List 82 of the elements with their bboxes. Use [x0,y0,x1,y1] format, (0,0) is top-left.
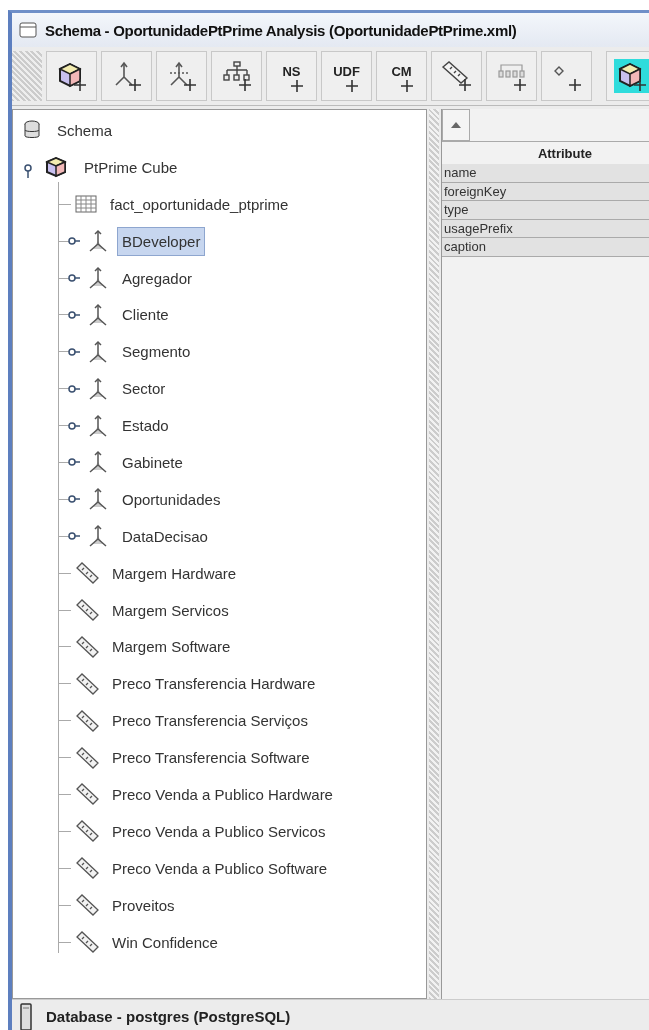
ruler-icon [75,672,99,695]
tree-item[interactable]: BDeveloper [117,226,206,256]
dimension-icon [87,413,109,438]
status-text: Database - postgres (PostgreSQL) [46,1008,291,1025]
window-title: Schema - OportunidadePtPrime Analysis (OportunidadePtPrime.xml) [45,21,517,39]
database-icon [20,1002,32,1030]
dimension-icon [87,229,109,254]
tree-item[interactable]: Preco Venda a Publico Servicos [107,816,331,846]
tree-item[interactable]: Agregador [117,263,198,293]
add-button[interactable]: UDF [321,51,372,101]
dimension-icon [87,339,109,364]
expand-handle-icon[interactable] [68,384,80,393]
add-button[interactable]: NS [266,51,317,101]
tree-item[interactable]: Preco Transferencia Serviços [107,706,313,736]
ruler-icon [75,746,99,769]
expand-handle-icon[interactable] [68,421,80,430]
tree-item[interactable]: DataDecisao [117,521,213,551]
tree-item[interactable]: Margem Software [107,632,236,662]
tree-item[interactable]: Margem Hardware [107,558,242,588]
tree-item[interactable]: Win Confidence [107,927,223,957]
ruler-icon [75,857,99,880]
plus-icon [401,80,413,92]
ruler-icon [75,931,99,954]
ruler-icon [75,562,99,585]
table-icon [75,195,97,214]
add-property-button[interactable] [541,51,592,101]
toolbar-grip[interactable] [12,51,42,101]
ruler-icon [75,783,99,806]
tree-item[interactable]: Schema [52,115,118,145]
tree-item[interactable]: Preco Venda a Publico Software [107,853,333,883]
tree-item[interactable]: Sector [117,374,171,404]
cube-plus-icon [613,59,649,93]
expand-handle-icon[interactable] [68,532,80,541]
tree-item[interactable]: Proveitos [107,890,180,920]
column-header: Attribute [536,145,594,163]
window-icon [19,22,37,38]
tree-item[interactable]: Gabinete [117,447,188,477]
tree-item[interactable]: Cliente [117,300,174,330]
expand-handle-icon[interactable] [68,347,80,356]
dimension-icon [87,450,109,475]
table-cell: caption [442,238,649,257]
up-arrow-icon [451,122,461,128]
add-button[interactable]: CM [376,51,427,101]
table-cell: type [442,201,649,220]
tree-item[interactable]: Preco Venda a Publico Hardware [107,779,338,809]
database-icon [24,120,40,141]
plus-icon [346,80,358,92]
ruler-icon [75,894,99,917]
tree-item[interactable]: Margem Servicos [107,595,234,625]
ruler-icon [75,709,99,732]
tree-item[interactable]: Preco Transferencia Software [107,743,315,773]
expand-handle-icon[interactable] [68,495,80,504]
collapse-handle-icon[interactable] [23,164,35,179]
ruler-icon [75,635,99,658]
add-hierarchy-button[interactable] [211,51,262,101]
cube-icon [45,156,67,179]
tree-item[interactable]: Estado [117,411,174,441]
add-cube-button[interactable] [606,51,649,101]
dimension-icon [87,302,109,327]
add-cube-button[interactable] [46,51,97,101]
dimension-icon [87,487,109,512]
table-cell: name [442,164,649,183]
dimension-icon [87,266,109,290]
scroll-up-button[interactable] [442,109,470,141]
expand-handle-icon[interactable] [68,237,80,246]
tree-item[interactable]: fact_oportunidade_ptprime [105,189,294,219]
tree-item[interactable]: Oportunidades [117,484,226,514]
ruler-icon [75,599,99,621]
dimension-icon [87,376,109,401]
expand-handle-icon[interactable] [68,274,80,282]
tree-item[interactable]: Preco Transferencia Hardware [107,669,321,699]
add-dimension-button[interactable] [156,51,207,101]
plus-icon [291,80,303,92]
add-dimension-button[interactable] [101,51,152,101]
tree-item[interactable]: Segmento [117,337,196,367]
expand-handle-icon[interactable] [68,458,80,467]
splitter-handle[interactable] [429,109,439,999]
ruler-icon [75,820,99,843]
add-measure-button[interactable] [431,51,482,101]
dimension-icon [87,524,109,549]
tree-item[interactable]: PtPrime Cube [79,152,183,182]
expand-handle-icon[interactable] [68,310,80,319]
